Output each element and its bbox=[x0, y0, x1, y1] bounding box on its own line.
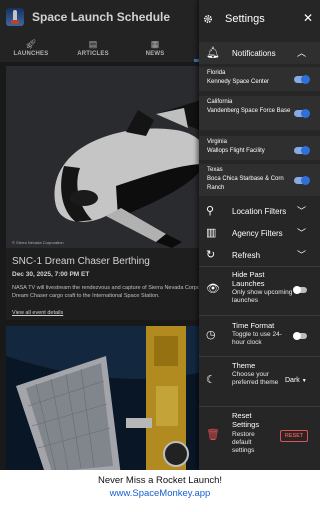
time-format-description: Toggle to use 24-hour clock bbox=[232, 331, 282, 346]
notifications-label: Notifications bbox=[232, 49, 276, 58]
notification-region: Virginia bbox=[207, 139, 227, 145]
close-icon[interactable]: ✕ bbox=[303, 12, 313, 24]
eye-icon: 👁︎ bbox=[206, 283, 220, 295]
notification-location: California Vandenberg Space Force Base bbox=[207, 98, 293, 116]
time-format-row: ◷ Time Format Toggle to use 24-hour cloc… bbox=[199, 316, 320, 356]
gear-icon bbox=[203, 14, 213, 24]
chevron-down-icon: ﹀ bbox=[297, 228, 307, 238]
time-format-toggle[interactable] bbox=[293, 332, 307, 340]
refresh-row[interactable]: ↻ Refresh ﹀ bbox=[199, 244, 320, 266]
theme-title: Theme bbox=[232, 361, 256, 370]
settings-title: Settings bbox=[225, 13, 265, 25]
refresh-icon: ↻ bbox=[206, 249, 216, 261]
notification-region: Florida bbox=[207, 70, 226, 76]
toggle-knob bbox=[301, 109, 310, 118]
location-filters-row[interactable]: ⚲ Location Filters ﹀ bbox=[199, 200, 320, 222]
settings-drawer: Settings ✕ 🔔︎ Notifications ︿ Florida Ke… bbox=[199, 0, 320, 470]
reset-description: Restore default settings bbox=[232, 431, 255, 454]
florida-toggle[interactable] bbox=[294, 75, 310, 84]
refresh-label: Refresh bbox=[232, 251, 261, 260]
notification-location: Texas Boca Chica Starbase & Corn Ranch bbox=[207, 166, 293, 193]
texas-toggle[interactable] bbox=[294, 176, 310, 185]
app-root: Space Launch Schedule 🚀︎ LAUNCHES ▤ ARTI… bbox=[0, 0, 320, 512]
hide-past-launches-row: 👁︎ Hide Past Launches Only show upcoming… bbox=[199, 266, 320, 314]
toggle-knob bbox=[301, 146, 310, 155]
agency-filters-label: Agency Filters bbox=[232, 229, 283, 238]
notification-location: Virginia Wallops Flight Facility bbox=[207, 138, 293, 156]
reset-button[interactable]: RESET bbox=[280, 430, 308, 442]
notification-site: Boca Chica Starbase & Corn Ranch bbox=[207, 176, 284, 191]
notification-site: Vandenberg Space Force Base bbox=[207, 108, 291, 114]
theme-row: ☾ Theme Choose your preferred theme Dark… bbox=[199, 357, 320, 405]
building-icon: ▥ bbox=[206, 227, 217, 239]
toggle-knob bbox=[293, 332, 301, 340]
chevron-down-icon: ﹀ bbox=[297, 250, 307, 260]
hide-past-description: Only show upcoming launches bbox=[232, 289, 293, 304]
agency-filters-row[interactable]: ▥ Agency Filters ﹀ bbox=[199, 222, 320, 244]
settings-header: Settings ✕ bbox=[199, 0, 320, 40]
notification-item-virginia: Virginia Wallops Flight Facility bbox=[199, 136, 320, 160]
notification-site: Wallops Flight Facility bbox=[207, 148, 265, 154]
notification-item-florida: Florida Kennedy Space Center bbox=[199, 67, 320, 91]
ad-banner[interactable]: Never Miss a Rocket Launch! www.SpaceMon… bbox=[0, 470, 320, 512]
notification-item-texas: Texas Boca Chica Starbase & Corn Ranch bbox=[199, 164, 320, 196]
hide-past-toggle[interactable] bbox=[293, 286, 307, 294]
chevron-down-icon: ﹀ bbox=[297, 206, 307, 216]
banner-headline: Never Miss a Rocket Launch! bbox=[97, 475, 223, 486]
notification-region: Texas bbox=[207, 167, 223, 173]
theme-select[interactable]: Dark ▼ bbox=[285, 377, 307, 384]
caret-down-icon: ▼ bbox=[301, 378, 307, 384]
notifications-section-header[interactable]: 🔔︎ Notifications ︿ bbox=[199, 42, 320, 64]
clock-icon: ◷ bbox=[206, 329, 216, 341]
trash-icon: 🗑︎ bbox=[206, 429, 220, 441]
california-toggle[interactable] bbox=[294, 109, 310, 118]
toggle-knob bbox=[293, 286, 301, 294]
reset-title: Reset Settings bbox=[232, 411, 260, 429]
drawer-scrim[interactable] bbox=[0, 0, 200, 470]
location-filters-label: Location Filters bbox=[232, 207, 287, 216]
location-pin-icon: ⚲ bbox=[206, 205, 215, 217]
bell-icon: 🔔︎ bbox=[206, 47, 220, 59]
notification-location: Florida Kennedy Space Center bbox=[207, 69, 293, 87]
theme-value: Dark bbox=[285, 377, 300, 384]
virginia-toggle[interactable] bbox=[294, 146, 310, 155]
hide-past-title: Hide Past Launches bbox=[232, 270, 265, 288]
notification-item-california: California Vandenberg Space Force Base bbox=[199, 96, 320, 130]
moon-icon: ☾ bbox=[206, 374, 216, 386]
toggle-knob bbox=[301, 75, 310, 84]
toggle-knob bbox=[301, 176, 310, 185]
notification-region: California bbox=[207, 99, 233, 105]
chevron-up-icon: ︿ bbox=[297, 48, 307, 58]
notification-site: Kennedy Space Center bbox=[207, 79, 270, 85]
banner-url[interactable]: www.SpaceMonkey.app bbox=[0, 488, 320, 499]
time-format-title: Time Format bbox=[232, 321, 275, 330]
theme-description: Choose your preferred theme bbox=[232, 371, 279, 386]
